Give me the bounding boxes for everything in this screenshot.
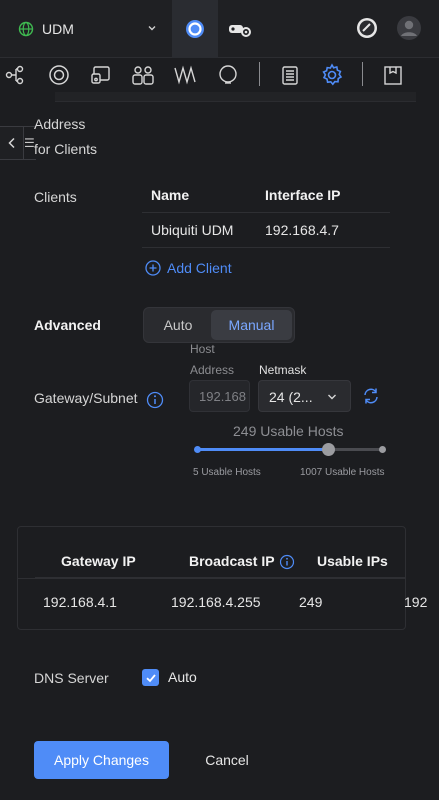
settings-icon[interactable] [319, 62, 345, 88]
top-bar: UDM [0, 0, 439, 58]
sidebar-collapse-button[interactable] [0, 126, 24, 160]
slider-fill [197, 448, 329, 451]
topology-icon[interactable] [3, 62, 29, 88]
host-address-input[interactable]: 192.168 [189, 380, 250, 412]
netmask-label: Netmask [259, 363, 307, 377]
dns-auto-checkbox[interactable] [142, 669, 159, 686]
statistics-icon[interactable] [172, 62, 198, 88]
plus-circle-icon [145, 260, 161, 276]
column-header-interface-ip: Interface IP [265, 187, 341, 203]
range-max-label: 1007 Usable Hosts [300, 467, 385, 478]
chevron-down-icon [148, 26, 156, 31]
apply-changes-button[interactable]: Apply Changes [34, 741, 169, 779]
gateway-subnet-label: Gateway/Subnet [34, 390, 138, 406]
address-label-line1: Address [34, 116, 86, 132]
hosts-slider[interactable] [194, 443, 386, 456]
netmask-select[interactable]: 24 (2... [258, 380, 351, 412]
client-name-cell: Ubiquiti UDM [151, 222, 234, 238]
auto-option[interactable]: Auto [146, 310, 210, 340]
column-header-broadcast-ip: Broadcast IP [189, 553, 275, 569]
panel-strip [55, 92, 416, 102]
dns-auto-label[interactable]: Auto [168, 669, 197, 685]
range-min-label: 5 Usable Hosts [193, 467, 261, 478]
speed-icon[interactable] [353, 14, 381, 42]
protect-app-tab[interactable] [222, 14, 258, 44]
table-header-row: Gateway IP Broadcast IP Usable IPs IP [35, 544, 405, 578]
insights-icon[interactable] [215, 62, 241, 88]
nav-divider [362, 62, 363, 86]
slider-thumb[interactable] [322, 443, 336, 456]
refresh-icon[interactable] [361, 386, 381, 406]
host-label-line2: Address [190, 363, 235, 377]
slider-max-dot [379, 446, 386, 453]
protect-app-icon [229, 25, 251, 37]
logs-icon[interactable] [277, 62, 303, 88]
globe-icon [18, 21, 34, 37]
table-row: 192.168.4.1 192.168.4.255 249 192 [17, 585, 427, 619]
clients-table: Name Interface IP Ubiquiti UDM 192.168.4… [142, 178, 390, 248]
site-name: UDM [42, 21, 74, 37]
chevron-down-icon [328, 394, 336, 400]
clients-icon[interactable] [130, 62, 156, 88]
devices-icon[interactable] [88, 62, 114, 88]
slider-min-dot [194, 446, 201, 453]
cancel-button[interactable]: Cancel [190, 741, 264, 779]
clients-label: Clients [34, 189, 77, 205]
site-selector[interactable]: UDM [0, 0, 172, 58]
client-ip-cell: 192.168.4.7 [265, 222, 339, 238]
table-header-row: Name Interface IP [142, 178, 390, 213]
broadcast-ip-value: 192.168.4.255 [171, 594, 261, 610]
table-row[interactable]: Ubiquiti UDM 192.168.4.7 [142, 213, 390, 248]
host-label-line1: Host [190, 342, 215, 356]
dashboard-icon[interactable] [46, 62, 72, 88]
netmask-value: 24 (2... [269, 389, 313, 405]
dns-server-label: DNS Server [34, 670, 109, 686]
column-header-usable-ips: Usable IPs [317, 553, 388, 569]
add-client-label: Add Client [167, 260, 232, 276]
checkmark-icon [145, 673, 156, 682]
add-client-button[interactable]: Add Client [145, 260, 232, 276]
divider [18, 578, 405, 579]
chevron-left-icon [7, 137, 15, 149]
network-app-icon [186, 20, 204, 38]
user-avatar-icon[interactable] [395, 14, 423, 42]
column-header-name: Name [151, 187, 190, 203]
info-icon[interactable] [146, 391, 164, 409]
advanced-label: Advanced [34, 317, 101, 333]
ip-value: 192 [404, 594, 428, 610]
gateway-ip-value: 192.168.4.1 [43, 594, 117, 610]
usable-hosts-label: 249 Usable Hosts [233, 423, 344, 439]
manual-option[interactable]: Manual [211, 310, 292, 340]
advanced-mode-toggle: Auto Manual [143, 307, 295, 343]
usable-ips-value: 249 [299, 594, 323, 610]
network-app-tab[interactable] [172, 0, 218, 58]
nav-bar [0, 58, 439, 92]
about-icon[interactable] [380, 62, 406, 88]
info-icon[interactable] [279, 554, 295, 570]
column-header-gateway-ip: Gateway IP [61, 553, 136, 569]
nav-divider [259, 62, 260, 86]
address-label-line2: for Clients [34, 141, 98, 157]
